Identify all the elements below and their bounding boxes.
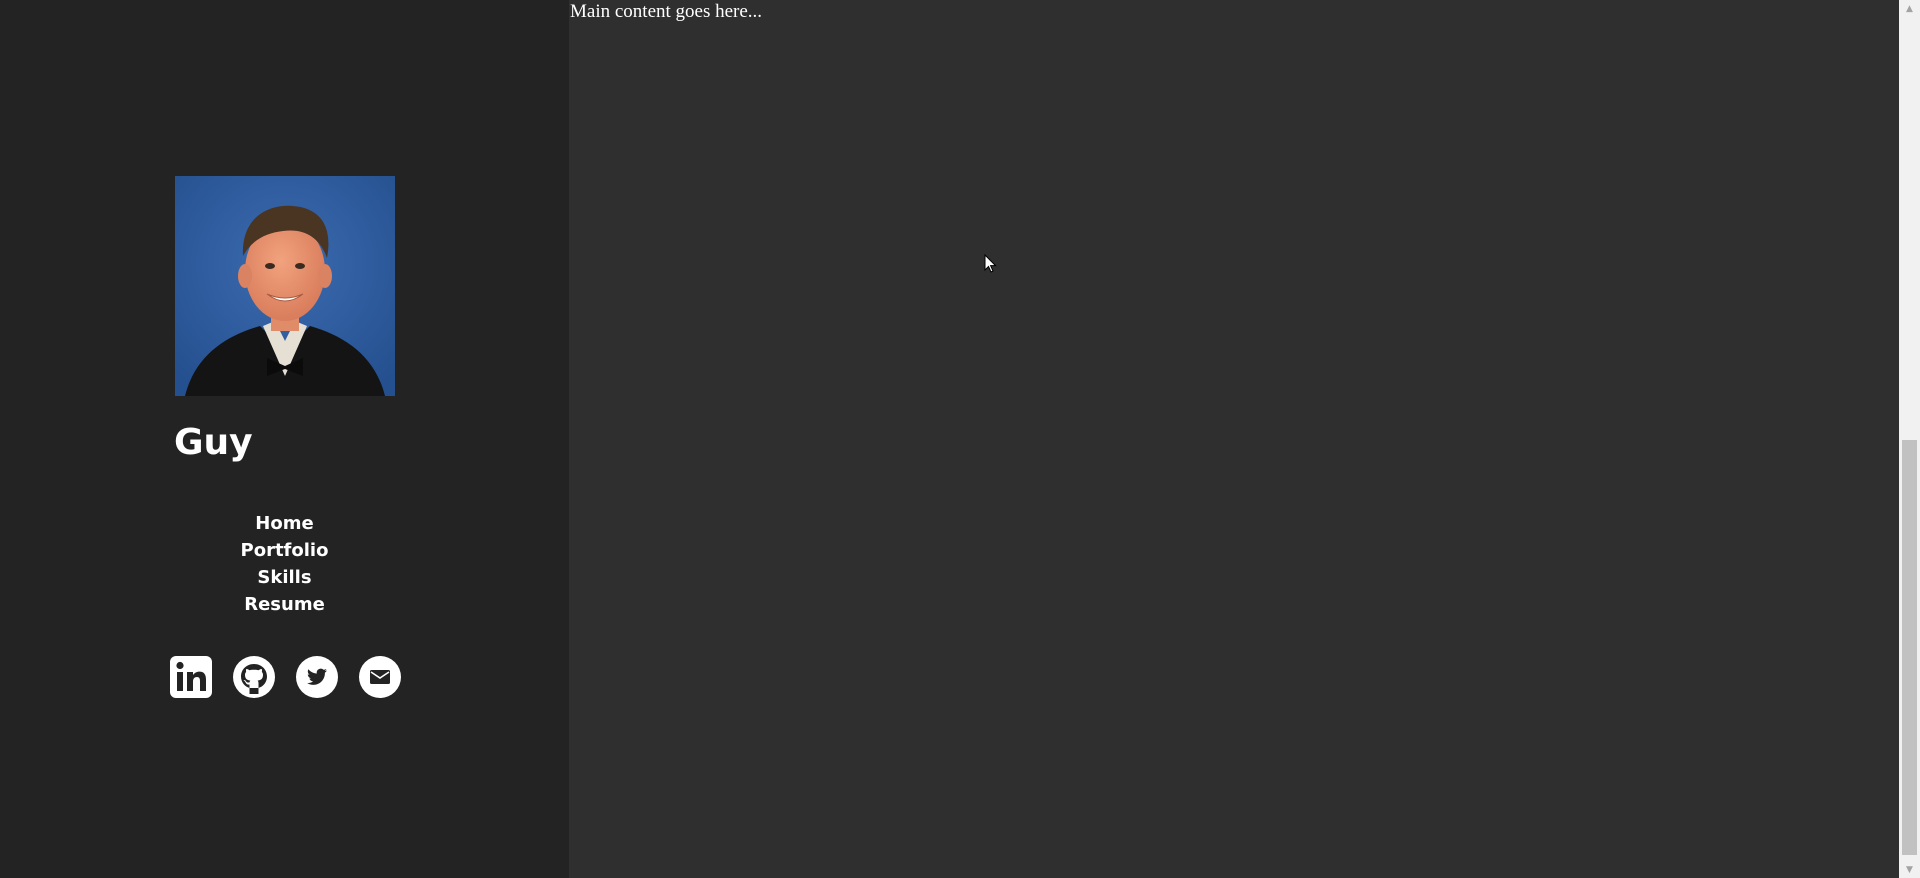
email-icon [359, 656, 401, 698]
linkedin-icon [170, 656, 212, 698]
scroll-down-arrow-icon[interactable]: ▼ [1899, 861, 1920, 878]
scroll-thumb[interactable] [1902, 440, 1917, 855]
nav-link-resume[interactable]: Resume [244, 594, 325, 615]
nav-item-home: Home [0, 510, 569, 537]
nav-link-portfolio[interactable]: Portfolio [241, 540, 329, 561]
linkedin-link[interactable] [168, 654, 214, 700]
github-icon [233, 656, 275, 698]
main-content: Main content goes here... [569, 0, 1899, 878]
twitter-link[interactable] [294, 654, 340, 700]
github-link[interactable] [231, 654, 277, 700]
sidebar: Guy Home Portfolio Skills Resume [0, 0, 569, 878]
vertical-scrollbar[interactable]: ▲ ▼ [1899, 0, 1920, 878]
email-link[interactable] [357, 654, 403, 700]
scroll-up-arrow-icon[interactable]: ▲ [1899, 0, 1920, 17]
nav-item-portfolio: Portfolio [0, 537, 569, 564]
mouse-cursor-icon [984, 254, 997, 273]
profile-name: Guy [174, 422, 253, 463]
page: Guy Home Portfolio Skills Resume Main co… [0, 0, 1920, 878]
nav-link-skills[interactable]: Skills [257, 567, 311, 588]
profile-photo-image [175, 176, 395, 396]
social-links [168, 654, 403, 700]
nav-link-home[interactable]: Home [255, 513, 313, 534]
sidebar-nav: Home Portfolio Skills Resume [0, 510, 569, 618]
twitter-icon [296, 656, 338, 698]
profile-photo [175, 176, 395, 396]
nav-item-skills: Skills [0, 564, 569, 591]
nav-item-resume: Resume [0, 591, 569, 618]
main-content-text: Main content goes here... [570, 1, 763, 22]
